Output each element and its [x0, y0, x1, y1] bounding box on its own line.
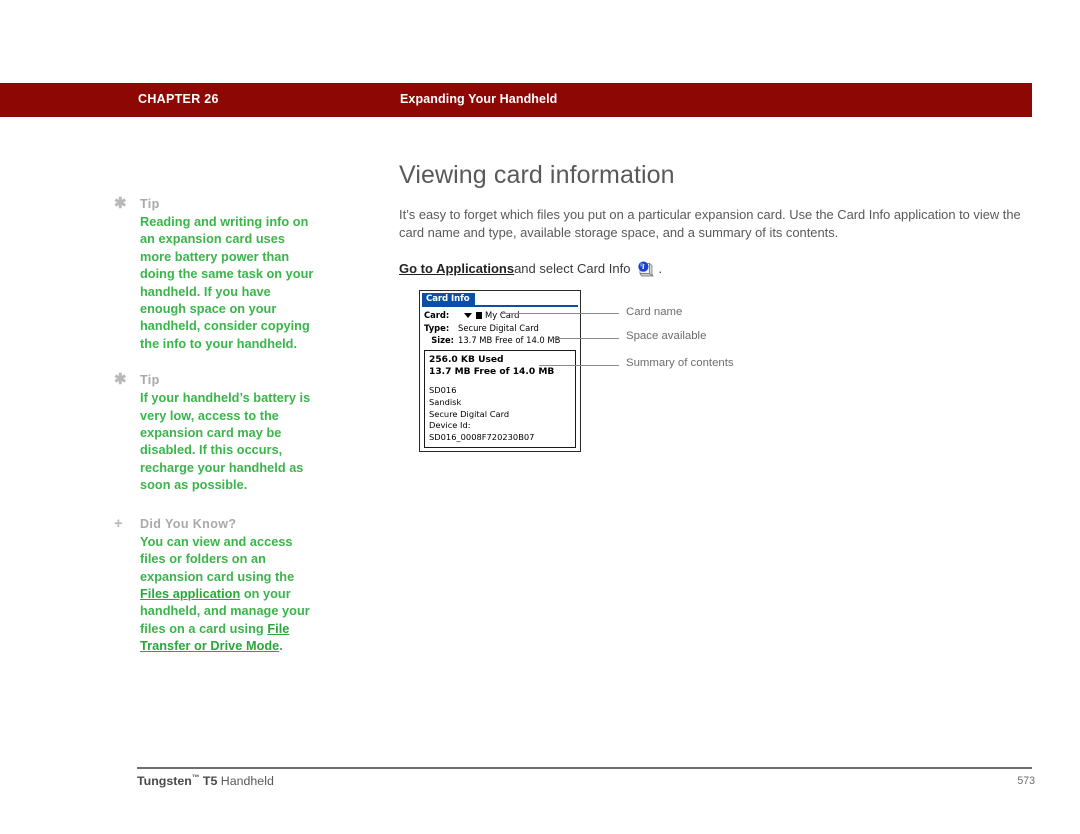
type-field-label: Type:	[424, 322, 450, 333]
page-number: 573	[1017, 775, 1035, 787]
size-field-row: Size: 13.7 MB Free of 14.0 MB	[424, 334, 576, 347]
callout-label-space-available: Space available	[626, 330, 707, 342]
callout-leader-line	[553, 338, 619, 339]
footer-product: Tungsten	[137, 774, 192, 788]
size-field-label: Size:	[431, 335, 454, 345]
tip-heading-2: ✱ Tip	[114, 372, 319, 387]
intro-paragraph: It’s easy to forget which files you put …	[399, 207, 1021, 240]
card-detail-item: Sandisk	[429, 396, 462, 407]
card-detail-item: SD016	[429, 385, 457, 396]
tip-label-2: Tip	[140, 373, 160, 388]
footer-divider	[137, 767, 1032, 769]
card-field-row: Card: My Card	[424, 309, 576, 322]
footer-suffix: Handheld	[217, 774, 274, 788]
plus-icon: +	[114, 514, 124, 532]
storage-free-text: 13.7 MB Free of 14.0 MB	[429, 366, 555, 377]
footer-product-name: Tungsten™ T5 Handheld	[137, 773, 274, 788]
instruction-line: Go to Applications and select Card Info …	[399, 259, 1029, 279]
tip-text-1: Reading and writing info on an expansion…	[140, 215, 314, 351]
card-info-titlebar: Card Info	[422, 293, 578, 307]
go-to-applications-link[interactable]: Go to Applications	[399, 259, 514, 279]
dyk-text-part1: You can view and access files or folders…	[140, 534, 295, 584]
size-field-value: 13.7 MB Free of 14.0 MB	[458, 335, 561, 345]
did-you-know-text: You can view and access files or folders…	[140, 534, 319, 656]
card-detail-item: Device Id: SD016_0008F720230B07	[429, 420, 535, 442]
card-field-label: Card:	[424, 310, 450, 320]
tip-text-2: If your handheld’s battery is very low, …	[140, 391, 311, 493]
did-you-know-block: + Did You Know? You can view and access …	[114, 516, 319, 656]
card-info-icon: i	[636, 260, 655, 279]
asterisk-icon: ✱	[114, 195, 127, 212]
did-you-know-heading: + Did You Know?	[114, 516, 319, 531]
tip-block-2: ✱ Tip If your handheld’s battery is very…	[114, 372, 319, 494]
type-field-value: Secure Digital Card	[458, 322, 539, 333]
tip-heading-1: ✱ Tip	[114, 196, 319, 211]
chapter-title: Expanding Your Handheld	[400, 92, 558, 106]
chapter-label: CHAPTER 26	[138, 92, 219, 106]
instruction-end-text: .	[658, 261, 663, 276]
card-info-screenshot: Card Info Card: My Card Type: Secure Dig…	[419, 290, 581, 452]
type-field-row: Type: Secure Digital Card	[424, 322, 576, 335]
footer-model: T5	[199, 774, 218, 788]
page-title: Viewing card information	[399, 161, 675, 189]
asterisk-icon: ✱	[114, 371, 127, 389]
chevron-down-icon[interactable]	[464, 312, 472, 318]
tip-label-1: Tip	[140, 197, 160, 211]
callout-label-card-name: Card name	[626, 306, 683, 318]
main-content: Viewing card information It’s easy to fo…	[399, 160, 1029, 299]
card-field-value[interactable]: My Card	[485, 309, 519, 322]
card-info-tab-underline	[422, 305, 578, 307]
card-details-list: SD016 Sandisk Secure Digital Card Device…	[429, 385, 571, 443]
instruction-middle-text: and select Card Info	[514, 261, 631, 276]
files-application-link[interactable]: Files application	[140, 587, 240, 601]
callout-label-summary-of-contents: Summary of contents	[626, 357, 734, 369]
sidebar-notes: ✱ Tip Reading and writing info on an exp…	[114, 196, 319, 673]
tip-block-1: ✱ Tip Reading and writing info on an exp…	[114, 196, 319, 353]
card-detail-item: Secure Digital Card	[429, 408, 510, 419]
callout-leader-line	[539, 365, 619, 366]
callout-leader-line	[501, 313, 619, 314]
did-you-know-label: Did You Know?	[140, 516, 237, 531]
dyk-text-part3: .	[279, 639, 283, 654]
document-page: CHAPTER 26 Expanding Your Handheld ✱ Tip…	[0, 0, 1080, 834]
card-glyph-icon	[476, 311, 482, 319]
